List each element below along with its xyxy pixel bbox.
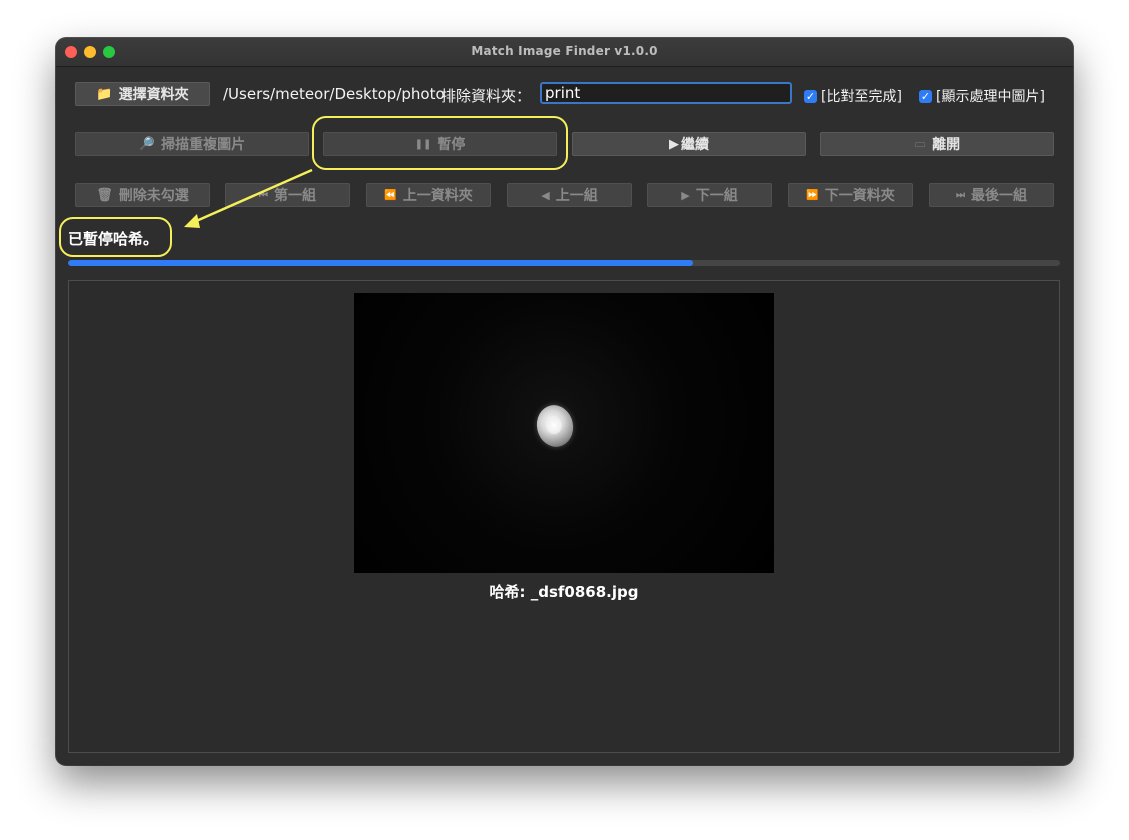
next-icon: ▶ — [681, 188, 690, 202]
exit-label: 離開 — [932, 137, 961, 153]
compare-to-complete-label: [比對至完成] — [821, 89, 902, 105]
progress-bar-fill — [68, 260, 693, 266]
progress-bar — [68, 260, 1060, 266]
door-icon: ▭ — [913, 136, 927, 152]
delete-unchecked-button[interactable]: 🗑 刪除未勾選 — [75, 183, 210, 207]
trash-icon: 🗑 — [96, 187, 113, 203]
annotation-highlight-status — [59, 217, 172, 257]
scan-duplicates-button[interactable]: 🔎 掃描重複圖片 — [75, 132, 309, 156]
exclude-folder-input[interactable] — [540, 82, 792, 104]
skip-to-last-icon: ⏭ — [956, 189, 965, 201]
show-processing-image-label: [顯示處理中圖片] — [936, 89, 1045, 105]
delete-unchecked-label: 刪除未勾選 — [118, 188, 189, 204]
next-folder-button[interactable]: ⏩ 下一資料夾 — [788, 183, 913, 207]
previous-folder-button[interactable]: ⏪ 上一資料夾 — [366, 183, 491, 207]
last-group-button[interactable]: ⏭ 最後一組 — [929, 183, 1054, 207]
window-title: Match Image Finder v1.0.0 — [471, 44, 658, 58]
next-folder-label: 下一資料夾 — [824, 188, 895, 204]
first-group-button[interactable]: ⏮ 第一組 — [225, 183, 350, 207]
preview-image-highlight — [544, 414, 564, 436]
exclude-folder-label: 排除資料夾： — [441, 87, 532, 105]
folder-path: /Users/meteor/Desktop/photo — [223, 85, 445, 103]
play-icon: ▶ — [669, 136, 679, 152]
next-group-label: 下一組 — [695, 188, 738, 204]
next-group-button[interactable]: ▶ 下一組 — [647, 183, 772, 207]
previous-folder-label: 上一資料夾 — [402, 188, 473, 204]
show-processing-image-checkbox[interactable]: ✓ [顯示處理中圖片] — [919, 86, 1045, 106]
exit-button[interactable]: ▭ 離開 — [820, 132, 1054, 156]
preview-image-caption: 哈希: _dsf0868.jpg — [489, 583, 639, 601]
checkbox-checked-icon: ✓ — [804, 89, 817, 103]
rewind-icon: ⏪ — [384, 189, 397, 201]
choose-folder-label: 選擇資料夾 — [118, 87, 189, 103]
resume-label: 繼續 — [681, 137, 709, 153]
fast-forward-icon: ⏩ — [806, 189, 819, 201]
last-group-label: 最後一組 — [971, 188, 1027, 204]
compare-to-complete-checkbox[interactable]: ✓ [比對至完成] — [804, 86, 902, 106]
folder-icon: 📁 — [96, 86, 113, 102]
previous-group-label: 上一組 — [555, 188, 598, 204]
choose-folder-button[interactable]: 📁 選擇資料夾 — [75, 82, 210, 106]
magnifier-icon: 🔎 — [138, 136, 156, 152]
resume-button[interactable]: ▶ 繼續 — [572, 132, 806, 156]
title-bar: Match Image Finder v1.0.0 — [56, 38, 1073, 67]
preview-image — [354, 293, 774, 573]
preview-image-subject — [533, 401, 577, 451]
image-preview-panel: 哈希: _dsf0868.jpg — [68, 280, 1060, 753]
previous-icon: ◀ — [541, 188, 550, 202]
checkbox-checked-icon: ✓ — [919, 89, 932, 103]
skip-to-first-icon: ⏮ — [259, 189, 268, 201]
annotation-highlight-pause — [312, 116, 568, 170]
scan-duplicates-label: 掃描重複圖片 — [161, 137, 246, 153]
first-group-label: 第一組 — [274, 188, 316, 204]
previous-group-button[interactable]: ◀ 上一組 — [507, 183, 632, 207]
